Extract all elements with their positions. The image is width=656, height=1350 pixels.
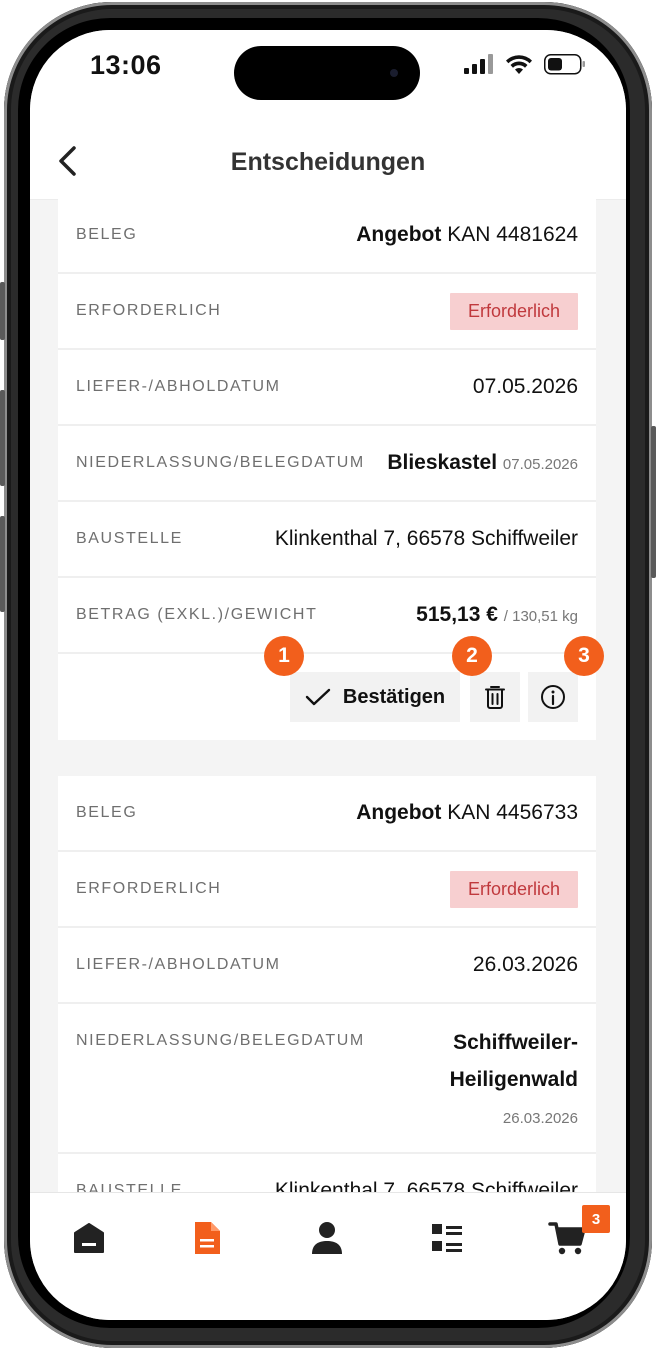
step-marker: 3 — [564, 636, 604, 676]
amount-value: 515,13 € / 130,51 kg — [416, 603, 578, 626]
step-marker: 2 — [452, 636, 492, 676]
trash-icon — [485, 686, 505, 709]
row-label: BETRAG (EXKL.)/GEWICHT — [76, 606, 318, 623]
tab-lists[interactable] — [424, 1215, 470, 1261]
row-datum: LIEFER-/ABHOLDATUM 07.05.2026 — [58, 350, 596, 426]
row-label: NIEDERLASSUNG/BELEGDATUM — [76, 1032, 365, 1049]
row-label: LIEFER-/ABHOLDATUM — [76, 956, 281, 973]
decision-card: BELEG Angebot KAN 4481624 ERFORDERLICH E… — [58, 198, 604, 740]
actions-row: Bestätigen 1 2 3 — [58, 636, 604, 740]
status-icons — [464, 50, 594, 80]
decision-card: BELEG Angebot KAN 4456733 ERFORDERLICH E… — [58, 776, 596, 1230]
row-niederlassung: NIEDERLASSUNG/BELEGDATUM Blieskastel 07.… — [58, 426, 596, 502]
confirm-button[interactable]: Bestätigen — [290, 672, 460, 722]
tab-home[interactable] — [66, 1215, 112, 1261]
list-icon — [432, 1224, 462, 1252]
document-number[interactable]: Angebot KAN 4456733 — [356, 801, 578, 825]
status-time: 13:06 — [90, 50, 162, 80]
nav-header: Entscheidungen — [30, 108, 626, 200]
camera-dot — [390, 69, 398, 77]
cart-count-badge: 3 — [582, 1205, 610, 1233]
branch-value: Schiffweiler- Heiligenwald 26.03.2026 — [449, 1031, 578, 1127]
row-label: NIEDERLASSUNG/BELEGDATUM — [76, 454, 365, 471]
battery-icon — [544, 54, 585, 75]
row-label: BELEG — [76, 804, 138, 821]
row-baustelle: BAUSTELLE Klinkenthal 7, 66578 Schiffwei… — [58, 502, 596, 578]
user-icon — [312, 1222, 342, 1254]
tab-bar: 3 — [30, 1192, 626, 1320]
branch-value: Blieskastel 07.05.2026 — [387, 451, 578, 474]
phone-side-button — [0, 282, 5, 340]
cellular-signal-icon — [464, 54, 493, 74]
row-label: BAUSTELLE — [76, 530, 183, 547]
row-erforderlich: ERFORDERLICH Erforderlich — [58, 274, 596, 350]
tab-account[interactable] — [304, 1215, 350, 1261]
row-niederlassung: NIEDERLASSUNG/BELEGDATUM Schiffweiler- H… — [58, 1004, 596, 1154]
row-betrag: BETRAG (EXKL.)/GEWICHT 515,13 € / 130,51… — [58, 578, 596, 654]
row-beleg: BELEG Angebot KAN 4456733 — [58, 776, 596, 852]
cart-icon — [548, 1222, 586, 1255]
row-datum: LIEFER-/ABHOLDATUM 26.03.2026 — [58, 928, 596, 1004]
confirm-label: Bestätigen — [342, 685, 446, 708]
document-icon — [195, 1222, 220, 1254]
delete-button[interactable] — [470, 672, 520, 722]
dynamic-island — [234, 46, 420, 100]
row-label: BELEG — [76, 226, 138, 243]
info-icon — [541, 685, 565, 709]
wifi-icon — [506, 55, 532, 74]
checkmark-icon — [305, 688, 331, 706]
row-label: LIEFER-/ABHOLDATUM — [76, 378, 281, 395]
tab-documents[interactable] — [184, 1215, 230, 1261]
delivery-date: 26.03.2026 — [472, 953, 578, 976]
row-erforderlich: ERFORDERLICH Erforderlich — [58, 852, 596, 928]
screen: 13:06 Entscheidungen BELEG Angebot KAN 4… — [30, 30, 626, 1320]
document-number[interactable]: Angebot KAN 4481624 — [356, 223, 578, 247]
phone-volume-down-button — [0, 516, 5, 612]
delivery-date: 07.05.2026 — [472, 375, 578, 398]
page-title: Entscheidungen — [230, 148, 426, 176]
home-icon — [74, 1223, 104, 1253]
step-marker: 1 — [264, 636, 304, 676]
site-address: Klinkenthal 7, 66578 Schiffweiler — [274, 527, 578, 550]
info-button[interactable] — [528, 672, 578, 722]
phone-power-button — [651, 426, 656, 578]
phone-volume-up-button — [0, 390, 5, 486]
status-badge: Erforderlich — [449, 870, 578, 908]
row-label: ERFORDERLICH — [76, 302, 222, 319]
status-badge: Erforderlich — [449, 292, 578, 330]
row-label: ERFORDERLICH — [76, 880, 222, 897]
row-beleg: BELEG Angebot KAN 4481624 — [58, 198, 596, 274]
